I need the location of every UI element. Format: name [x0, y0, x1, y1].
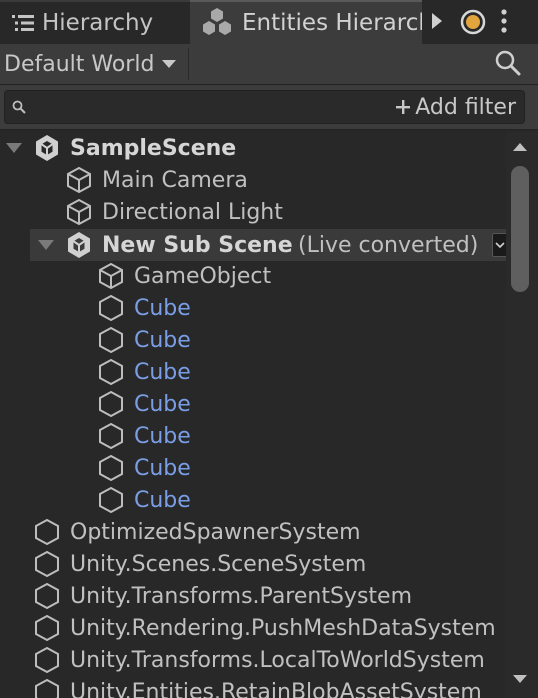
tree-row-system[interactable]: Unity.Scenes.SceneSystem: [0, 548, 506, 580]
tree-row-label: Cube: [134, 359, 191, 385]
world-dropdown[interactable]: Default World: [4, 44, 177, 84]
subscene-dropdown-button[interactable]: [492, 233, 506, 257]
tree-row-label: Unity.Entities.RetainBlobAssetSystem: [70, 679, 482, 698]
play-icon[interactable]: [430, 11, 444, 31]
hexagon-icon: [34, 614, 60, 642]
triangle-down-icon[interactable]: [4, 132, 24, 164]
tab-hierarchy-label: Hierarchy: [42, 10, 154, 36]
record-icon[interactable]: [458, 7, 488, 37]
scroll-down-icon[interactable]: [513, 674, 527, 684]
plus-icon: [395, 99, 411, 115]
hexagon-icon: [98, 294, 124, 322]
toolbar-divider: [188, 48, 189, 80]
scrollbar-thumb[interactable]: [511, 166, 529, 292]
triangle-down-icon[interactable]: [36, 229, 56, 261]
tree-row-system[interactable]: OptimizedSpawnerSystem: [0, 516, 506, 548]
tree-row-label: Unity.Transforms.LocalToWorldSystem: [70, 647, 485, 673]
hexagon-icon: [98, 454, 124, 482]
hexagon-icon: [34, 678, 60, 698]
unity-scene-icon: [66, 231, 92, 259]
tree-row-gameobject[interactable]: GameObject: [0, 260, 506, 292]
add-filter-button[interactable]: Add filter: [395, 91, 516, 123]
list-icon: [12, 14, 34, 32]
cube-icon: [98, 262, 124, 290]
entities-hierarchy-window: Hierarchy Entities Hierarch Default Worl…: [0, 0, 538, 698]
triangle-down-icon: [162, 59, 177, 69]
search-icon[interactable]: [494, 49, 522, 77]
vertical-scrollbar[interactable]: [506, 132, 538, 698]
hexagon-icon: [98, 326, 124, 354]
hexagon-icon: [98, 358, 124, 386]
add-filter-label: Add filter: [415, 94, 516, 120]
tree-row-label: OptimizedSpawnerSystem: [70, 519, 361, 545]
tree-row-label: Unity.Scenes.SceneSystem: [70, 551, 367, 577]
tree-row-label: Unity.Transforms.ParentSystem: [70, 583, 413, 609]
tree-row-samplescene[interactable]: SampleScene: [0, 132, 506, 164]
tree-row-label: Cube: [134, 327, 191, 353]
cube-icon: [66, 198, 92, 226]
tree-row-cube[interactable]: Cube: [0, 324, 506, 356]
tab-entities-label: Entities Hierarch: [242, 10, 422, 36]
hierarchy-tree: SampleScene Main Camera Directional Ligh…: [0, 132, 506, 698]
tab-bar: Hierarchy Entities Hierarch: [0, 0, 538, 44]
tree-row-new-sub-scene[interactable]: New Sub Scene (Live converted): [30, 229, 506, 261]
tree-row-system[interactable]: Unity.Rendering.PushMeshDataSystem: [0, 612, 506, 644]
entities-icon: [200, 6, 234, 40]
tree-row-label: Main Camera: [102, 167, 248, 193]
hexagon-icon: [98, 422, 124, 450]
tree-row-main-camera[interactable]: Main Camera: [0, 164, 506, 196]
tree-row-cube[interactable]: Cube: [0, 292, 506, 324]
world-dropdown-label: Default World: [4, 51, 155, 77]
hexagon-icon: [34, 550, 60, 578]
tree-row-label: Unity.Rendering.PushMeshDataSystem: [70, 615, 496, 641]
tree-row-directional-light[interactable]: Directional Light: [0, 196, 506, 228]
tree-row-label: Cube: [134, 295, 191, 321]
tree-row-label: Directional Light: [102, 199, 283, 225]
kebab-menu-icon[interactable]: [498, 8, 510, 36]
search-field-icon: [12, 100, 26, 114]
unity-scene-icon: [34, 134, 60, 162]
tree-row-cube[interactable]: Cube: [0, 484, 506, 516]
world-toolbar: Default World: [0, 44, 538, 85]
tree-row-cube[interactable]: Cube: [0, 356, 506, 388]
hexagon-icon: [34, 582, 60, 610]
tree-row-label: Cube: [134, 487, 191, 513]
tree-row-system[interactable]: Unity.Transforms.ParentSystem: [0, 580, 506, 612]
tree-row-label: Cube: [134, 423, 191, 449]
subscene-status: (Live converted): [298, 232, 479, 258]
tree-row-label: GameObject: [134, 263, 272, 289]
tab-controls: [422, 0, 538, 44]
hexagon-icon: [34, 518, 60, 546]
subscene-name: New Sub Scene: [102, 232, 293, 258]
tree-row-system[interactable]: Unity.Entities.RetainBlobAssetSystem: [0, 676, 506, 698]
search-input[interactable]: Add filter: [4, 90, 525, 124]
search-row: Add filter: [0, 85, 538, 130]
cube-icon: [66, 166, 92, 194]
tree-row-label: Cube: [134, 391, 191, 417]
tree-row-label: Cube: [134, 455, 191, 481]
tree-row-cube[interactable]: Cube: [0, 452, 506, 484]
tree-row-cube[interactable]: Cube: [0, 388, 506, 420]
hexagon-icon: [98, 390, 124, 418]
tab-hierarchy[interactable]: Hierarchy: [0, 0, 190, 44]
hexagon-icon: [34, 646, 60, 674]
hexagon-icon: [98, 486, 124, 514]
tree-row-system[interactable]: Unity.Transforms.LocalToWorldSystem: [0, 644, 506, 676]
scroll-up-icon[interactable]: [513, 142, 527, 152]
tab-entities-hierarchy[interactable]: Entities Hierarch: [190, 0, 422, 44]
scene-name: SampleScene: [70, 135, 237, 161]
tree-row-cube[interactable]: Cube: [0, 420, 506, 452]
